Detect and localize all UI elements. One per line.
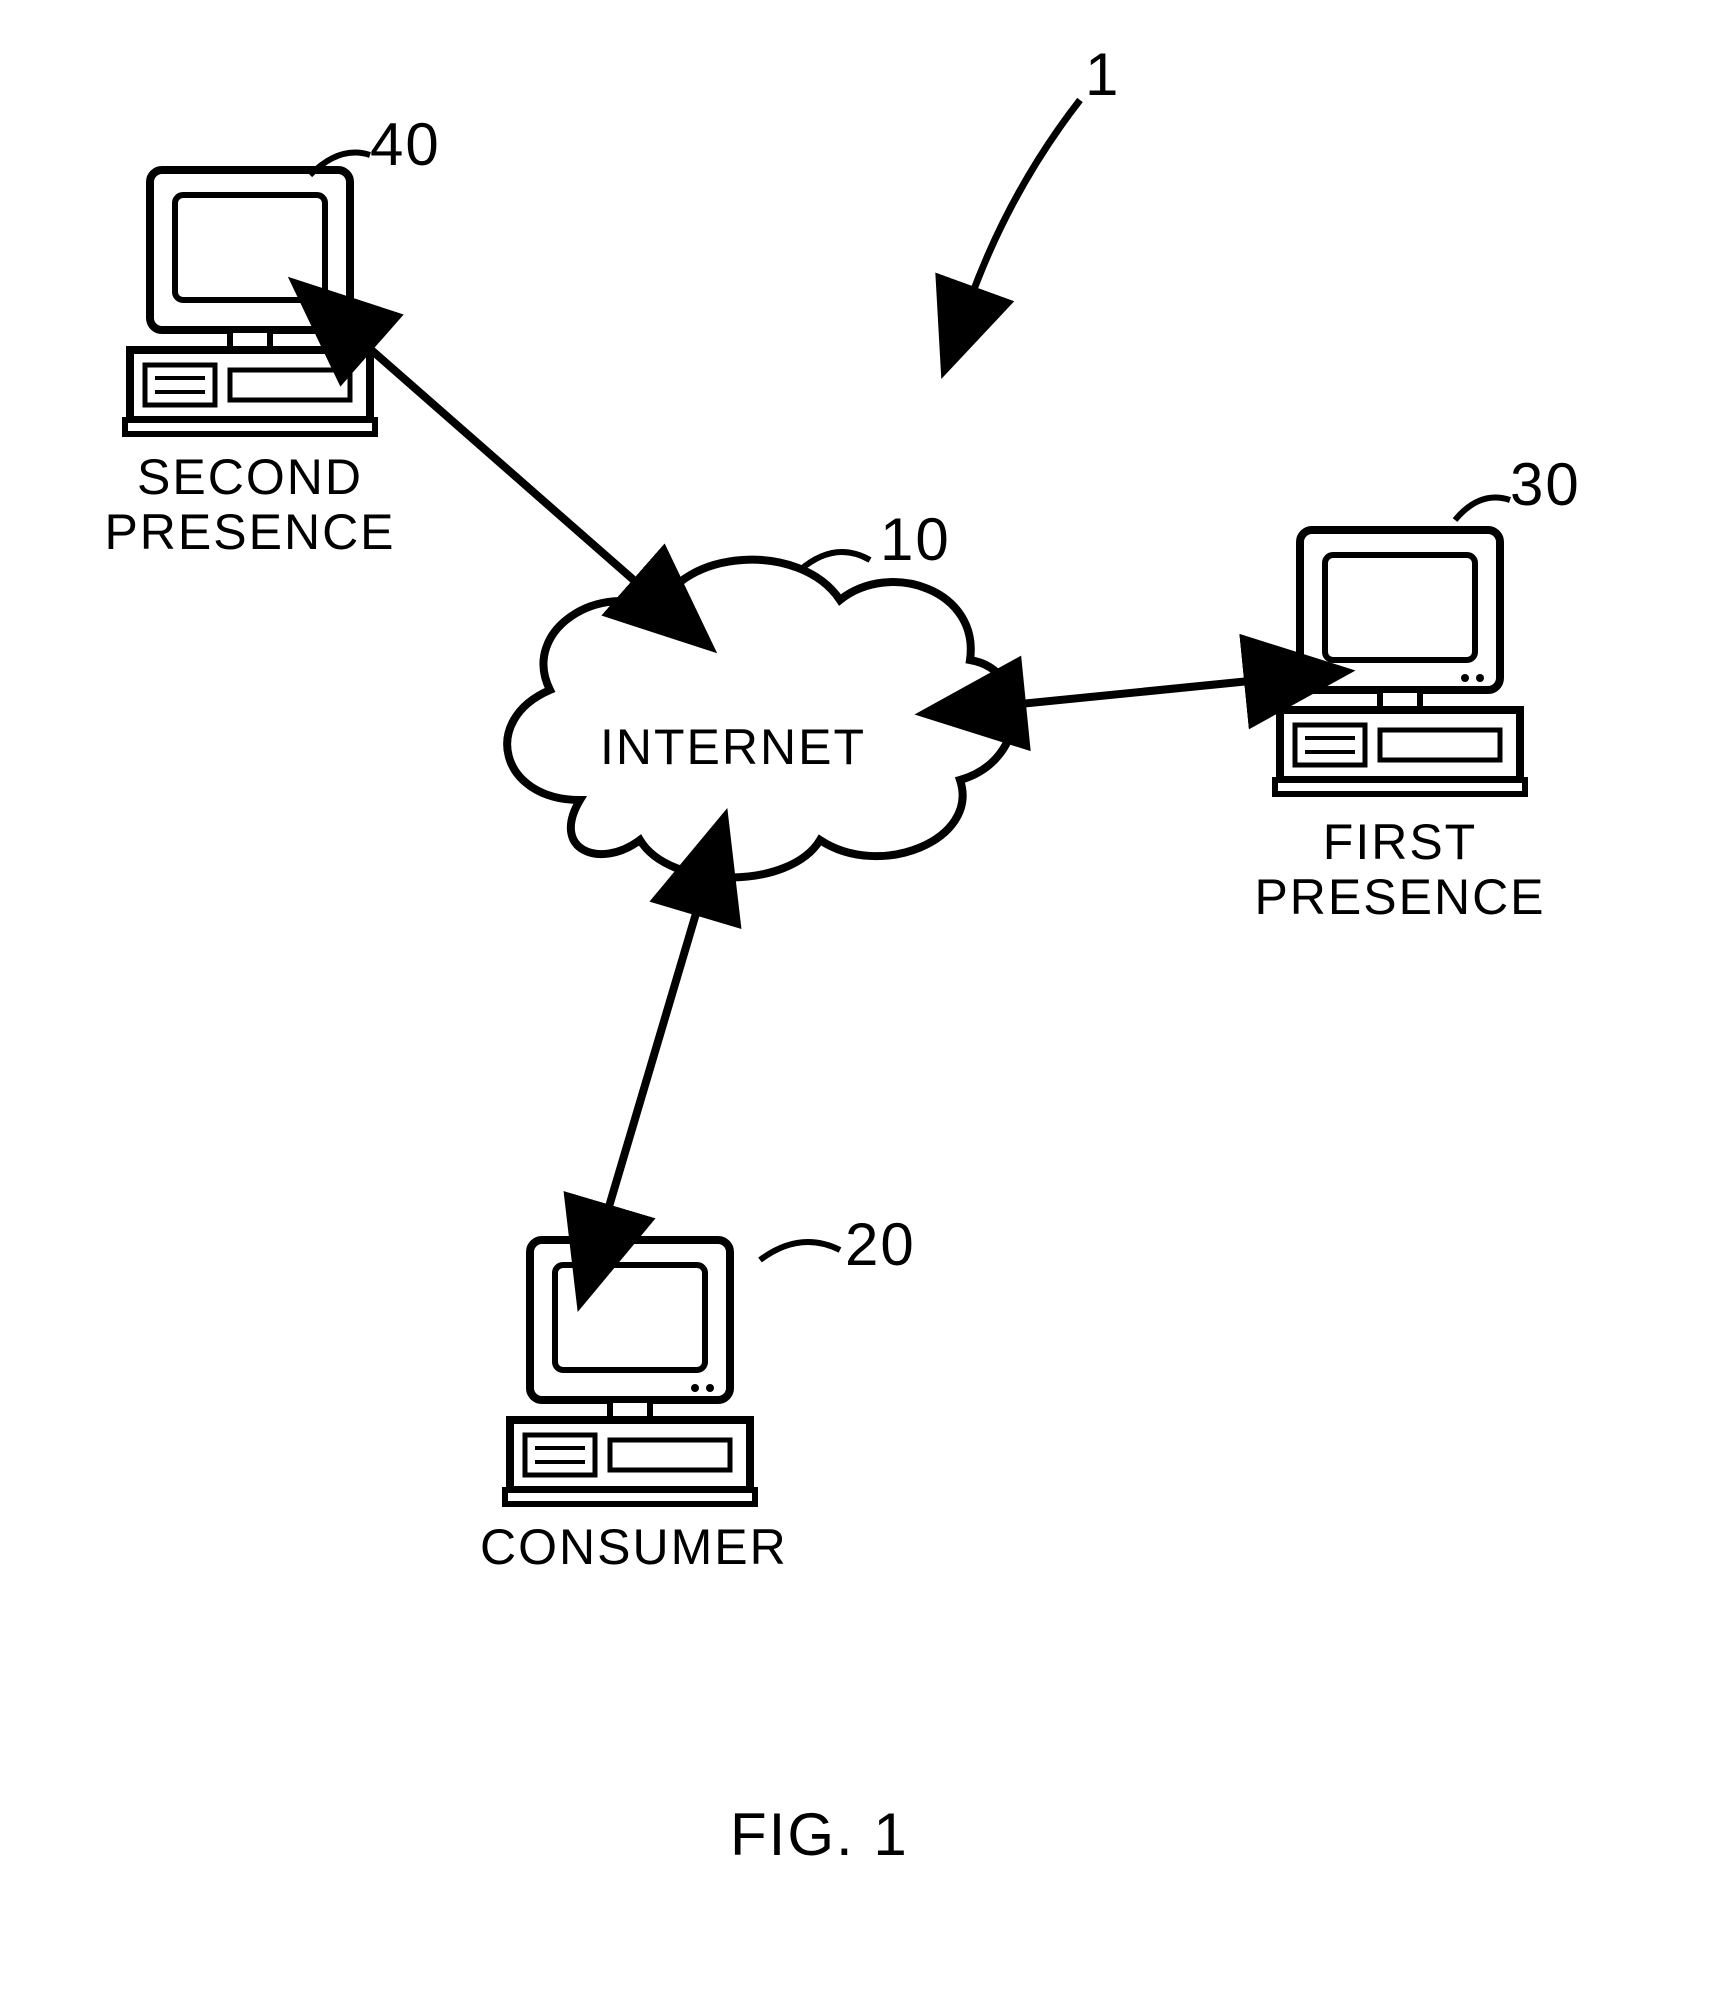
figure-1-diagram: 1 INTERNET 10 SECOND PRESENCE 40 — [0, 0, 1734, 2007]
connectors — [0, 0, 1734, 2007]
figure-caption: FIG. 1 — [730, 1800, 909, 1869]
